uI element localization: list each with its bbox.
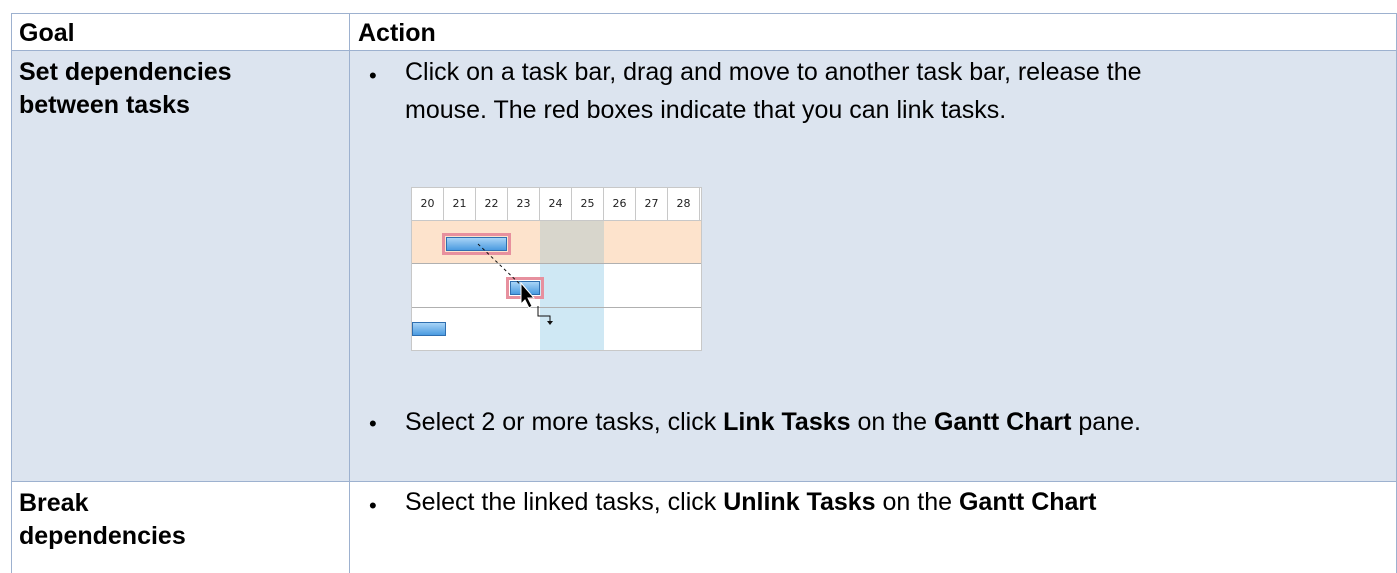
action-text: pane.: [1071, 408, 1141, 436]
table-column-divider: [349, 13, 350, 573]
action-text: on the: [875, 488, 959, 516]
action-link-tasks: Select 2 or more tasks, click Link Tasks…: [405, 403, 1395, 441]
link-drag-overlay: [477, 243, 553, 325]
gantt-chart-label: Gantt Chart: [933, 408, 1072, 436]
goal-line: dependencies: [19, 522, 186, 550]
table-divider: [11, 50, 1397, 51]
header-action: Action: [358, 19, 436, 47]
gantt-chart-label: Gantt Chart: [958, 488, 1097, 516]
bullet: •: [369, 411, 377, 436]
header-action-cell: Action: [349, 13, 1397, 50]
goal-set-dependencies: Set dependencies between tasks: [19, 56, 339, 122]
header-goal-cell: Goal: [11, 13, 349, 50]
action-text: Select the linked tasks, click: [405, 488, 724, 516]
link-cursor-icon: [537, 306, 551, 322]
goal-line: Set dependencies: [19, 58, 232, 86]
goal-break-dependencies: Break dependencies: [19, 487, 339, 553]
action-text: on the: [850, 408, 934, 436]
action-unlink-tasks: Select the linked tasks, click Unlink Ta…: [405, 483, 1395, 521]
link-tasks-label: Link Tasks: [723, 408, 851, 436]
bullet: •: [369, 63, 377, 88]
table-border-left: [11, 13, 12, 573]
goal-action-table: Goal Action Set dependencies between tas…: [11, 13, 1397, 573]
action-line: mouse. The red boxes indicate that you c…: [405, 96, 1007, 124]
action-line: Click on a task bar, drag and move to an…: [405, 58, 1142, 86]
dependency-drag-line: [477, 243, 525, 289]
link-cursor-arrow-icon: [547, 321, 553, 325]
action-drag-link: Click on a task bar, drag and move to an…: [405, 53, 1395, 129]
mouse-pointer-icon: [520, 281, 536, 309]
unlink-tasks-label: Unlink Tasks: [723, 488, 876, 516]
bullet: •: [369, 493, 377, 518]
table-border-top: [11, 13, 1397, 14]
gantt-chart-image: 20 21 22 23 24 25 26 27 28: [411, 187, 702, 351]
goal-line: Break: [19, 489, 89, 517]
goal-line: between tasks: [19, 91, 190, 119]
action-text: Select 2 or more tasks, click: [405, 408, 724, 436]
table-divider: [11, 481, 1397, 482]
header-goal: Goal: [19, 19, 75, 47]
